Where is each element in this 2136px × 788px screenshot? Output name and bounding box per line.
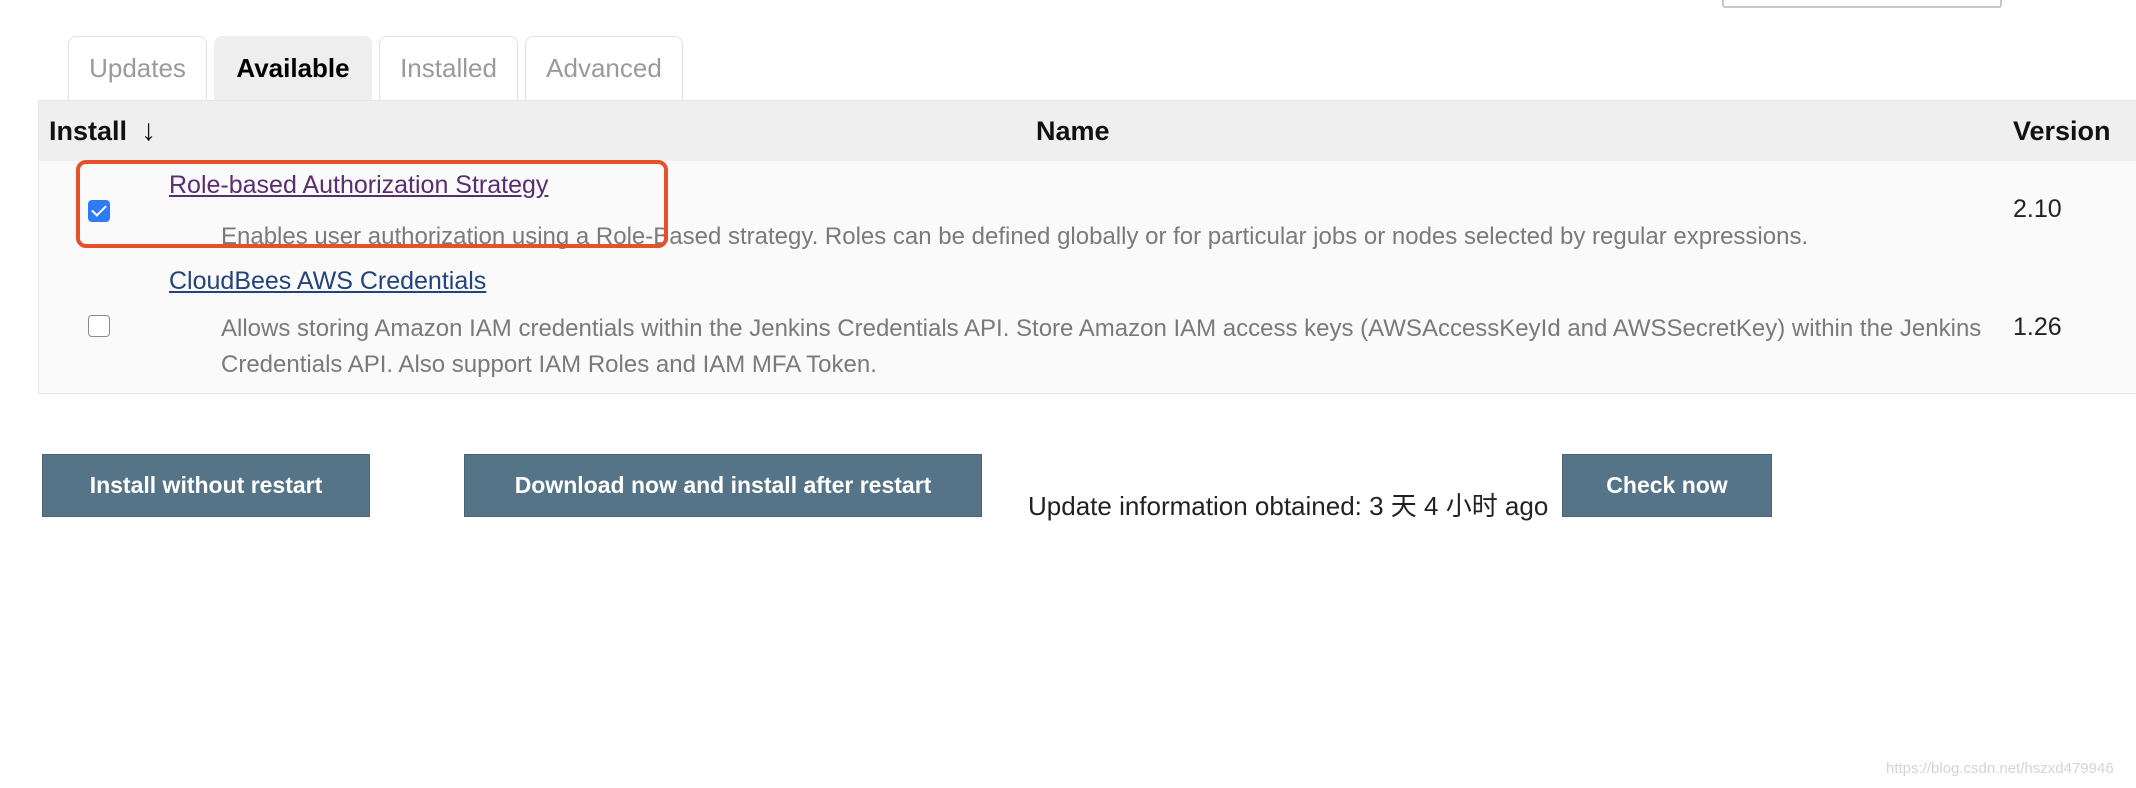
tab-installed[interactable]: Installed xyxy=(379,36,518,100)
plugin-link-cloudbees-aws-credentials[interactable]: CloudBees AWS Credentials xyxy=(169,267,486,296)
version-column-header[interactable]: Version xyxy=(2013,101,2111,161)
install-checkbox-cloudbees-aws[interactable] xyxy=(88,315,110,337)
check-now-button[interactable]: Check now xyxy=(1562,454,1772,517)
plugins-table: Install ↓ Name Version Role-based Author… xyxy=(38,100,2136,394)
table-row: CloudBees AWS Credentials Allows storing… xyxy=(39,257,2136,393)
tab-updates[interactable]: Updates xyxy=(68,36,207,100)
plugin-version: 2.10 xyxy=(2013,195,2062,223)
plugin-link-role-based-authorization-strategy[interactable]: Role-based Authorization Strategy xyxy=(169,171,548,200)
update-info-text: Update information obtained: 3 天 4 小时 ag… xyxy=(1028,491,1549,521)
download-install-after-restart-button[interactable]: Download now and install after restart xyxy=(464,454,982,517)
install-column-label: Install xyxy=(49,115,128,146)
plugin-version: 1.26 xyxy=(2013,313,2062,341)
install-without-restart-button[interactable]: Install without restart xyxy=(42,454,370,517)
tab-advanced[interactable]: Advanced xyxy=(525,36,683,100)
plugin-description: Allows storing Amazon IAM credentials wi… xyxy=(221,315,1982,378)
table-header: Install ↓ Name Version xyxy=(39,101,2136,161)
table-row: Role-based Authorization Strategy Enable… xyxy=(39,161,2136,257)
tab-available[interactable]: Available xyxy=(214,36,372,100)
name-column-header[interactable]: Name xyxy=(1036,101,1110,161)
sort-arrow-down-icon[interactable]: ↓ xyxy=(141,114,156,148)
plugin-description: Enables user authorization using a Role-… xyxy=(221,223,1809,250)
search-box[interactable] xyxy=(1722,0,2002,8)
install-checkbox-role-based[interactable] xyxy=(88,200,110,222)
watermark-text: https://blog.csdn.net/hszxd479946 xyxy=(1886,760,2114,777)
install-column-header[interactable]: Install ↓ xyxy=(49,101,156,161)
